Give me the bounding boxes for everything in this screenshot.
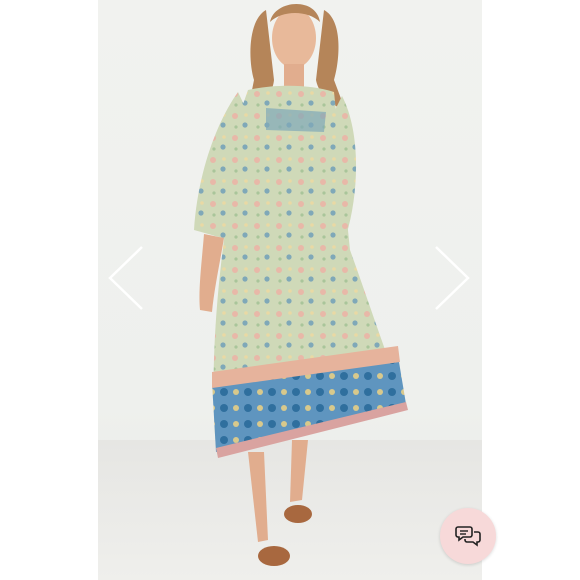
chevron-right-icon	[435, 246, 470, 310]
model-wearing-floral-midi-dress	[194, 3, 408, 566]
next-image-button[interactable]	[430, 240, 474, 316]
product-photo	[98, 0, 482, 580]
chat-bubbles-icon	[455, 526, 481, 547]
previous-image-button[interactable]	[104, 240, 148, 316]
chat-button[interactable]	[440, 508, 496, 564]
chevron-left-icon	[108, 246, 143, 310]
product-image-viewer	[0, 0, 580, 580]
